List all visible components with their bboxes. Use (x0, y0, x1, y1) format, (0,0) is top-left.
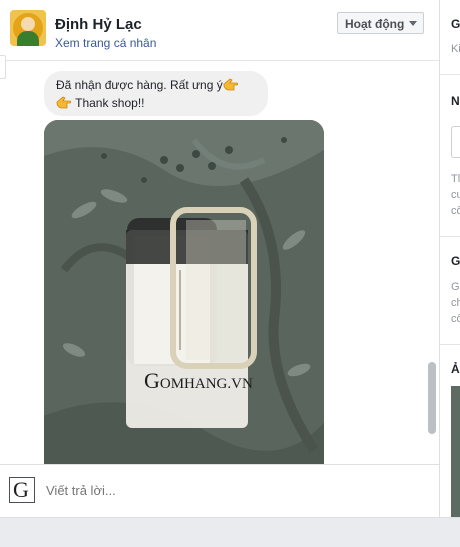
message-text-1: Đã nhận được hàng. Rất ưng ý (56, 78, 223, 92)
sidebar-text-3a: G (451, 281, 460, 293)
bottom-bar (0, 517, 460, 547)
sidebar-heading-4: Ả (451, 362, 460, 376)
pointing-hand-icon (223, 78, 238, 91)
sidebar-text-2b: cu (451, 189, 460, 201)
status-dropdown-button[interactable]: Hoạt động (337, 12, 424, 34)
avatar[interactable] (10, 10, 46, 46)
reply-input[interactable] (46, 483, 426, 498)
message-photo[interactable]: GOMHANG.VN (44, 120, 324, 464)
sidebar-divider (440, 344, 460, 345)
view-profile-link[interactable]: Xem trang cá nhân (55, 36, 156, 50)
reply-composer: G (0, 464, 439, 517)
watermark-initial: G (144, 368, 160, 393)
pointing-hand-icon (56, 96, 72, 109)
message-line-1: Đã nhận được hàng. Rất ưng ý (56, 76, 239, 95)
conversation-panel: Định Hỷ Lạc Xem trang cá nhân Hoạt động … (0, 0, 439, 517)
reply-avatar-icon: G (9, 477, 35, 503)
sidebar-text-2c: cô (451, 205, 460, 217)
message-text-2: Thank shop!! (75, 96, 145, 110)
sidebar-divider (440, 74, 460, 75)
avatar-body (17, 31, 39, 46)
sidebar-heading-1: G (451, 17, 460, 31)
sidebar-divider (440, 236, 460, 237)
sidebar-media-thumbnail[interactable] (451, 386, 460, 517)
scrollbar-thumb[interactable] (428, 362, 436, 434)
photo-image (44, 120, 324, 464)
reply-avatar-letter: G (13, 477, 29, 502)
conversation-header: Định Hỷ Lạc Xem trang cá nhân Hoạt động (0, 0, 439, 61)
sidebar-heading-3: G (451, 254, 460, 268)
caret-down-icon (409, 21, 417, 26)
sidebar-text-3c: cô (451, 313, 460, 325)
sidebar-text-2a: Tl (451, 173, 460, 185)
sidebar-text-3b: ch (451, 297, 460, 309)
sidebar-text-1: Ki (451, 43, 460, 55)
sidebar-heading-2: N (451, 94, 460, 108)
avatar-face (21, 17, 35, 31)
photo-watermark: GOMHANG.VN (144, 368, 253, 394)
panel-edge-tab (0, 55, 6, 79)
sidebar-input[interactable] (451, 126, 460, 158)
message-bubble: Đã nhận được hàng. Rất ưng ý Thank shop!… (44, 71, 268, 116)
message-line-2: Thank shop!! (56, 94, 145, 113)
watermark-text: OMHANG.VN (159, 376, 253, 392)
info-sidebar: G Ki N Tl cu cô G G ch cô Ả (439, 0, 460, 517)
contact-name[interactable]: Định Hỷ Lạc (55, 16, 142, 33)
status-label: Hoạt động (345, 17, 405, 31)
